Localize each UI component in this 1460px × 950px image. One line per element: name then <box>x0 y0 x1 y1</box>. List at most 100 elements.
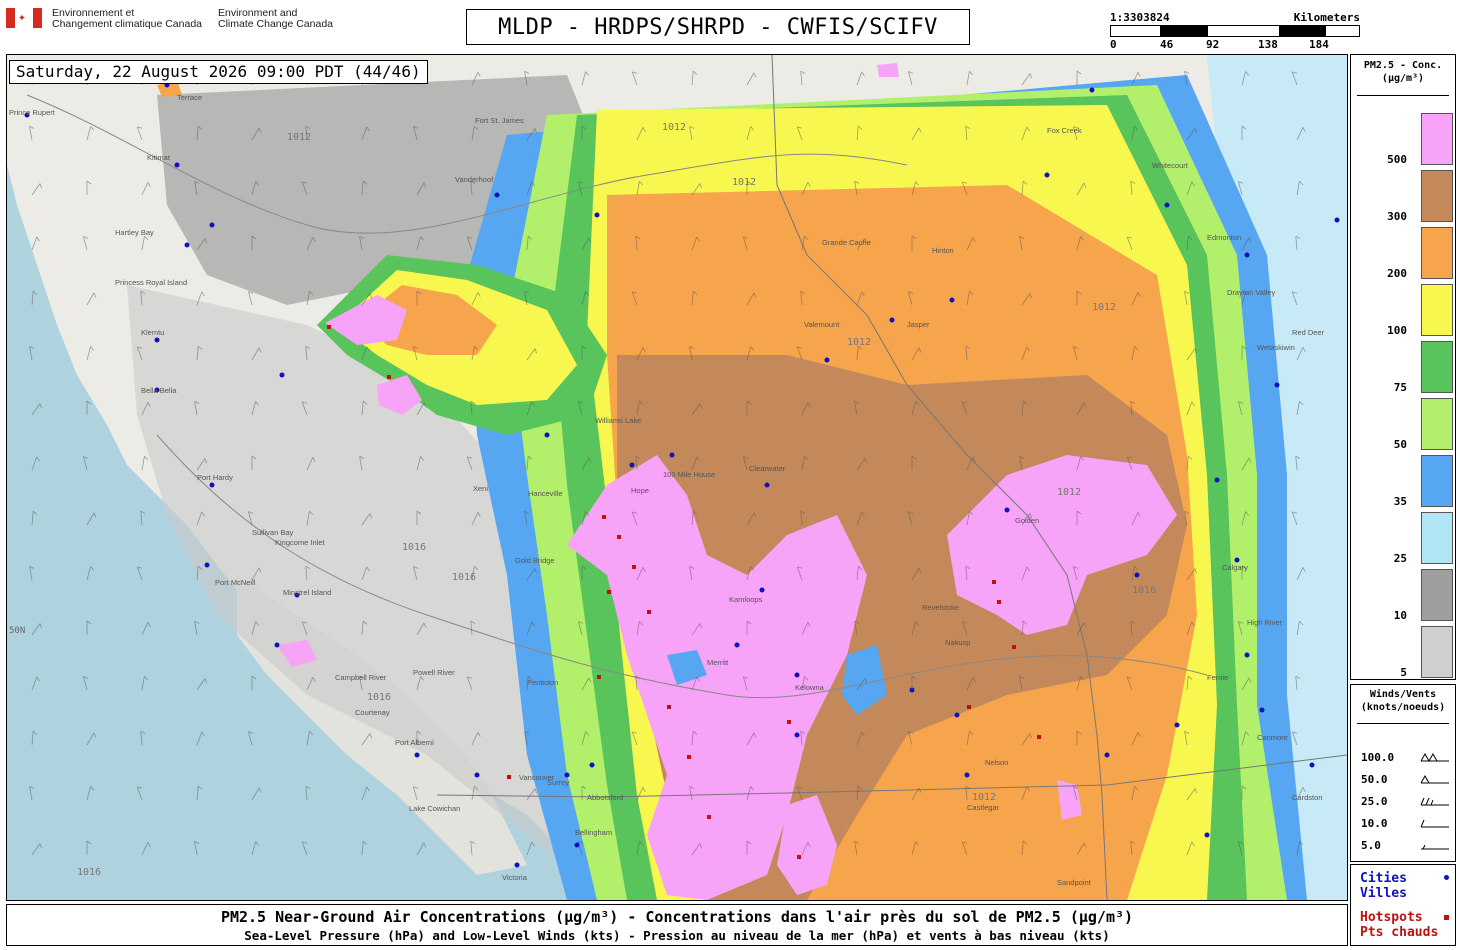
valid-time: Saturday, 22 August 2026 09:00 PDT (44/4… <box>9 60 428 84</box>
place-label: Hope <box>631 486 649 495</box>
wind-barb-icon <box>1421 844 1449 850</box>
isobar-label: 1012 <box>662 122 686 133</box>
place-label: Princess Royal Island <box>115 278 187 287</box>
place-label: Nelson <box>985 758 1008 767</box>
city-marker <box>794 732 800 738</box>
wind-speed-row: 25.0 <box>1361 795 1451 811</box>
hotspot-marker <box>507 775 511 779</box>
city-marker <box>514 862 520 868</box>
wind-speed-row: 50.0 <box>1361 773 1451 789</box>
city-marker <box>1309 762 1315 768</box>
city-marker <box>209 482 215 488</box>
legend-swatch <box>1421 113 1453 165</box>
city-marker <box>174 162 180 168</box>
place-label: Williams Lake <box>595 416 641 425</box>
place-label: Sandpoint <box>1057 878 1092 887</box>
hotspot-marker <box>387 375 391 379</box>
hotspot-marker <box>707 815 711 819</box>
place-label: Klemtu <box>141 328 164 337</box>
isobar-label: 1016 <box>367 692 391 703</box>
scale-tick-label: 92 <box>1206 38 1220 51</box>
city-marker <box>274 642 280 648</box>
isobar-label: 1016 <box>77 867 101 878</box>
place-label: Xeni <box>473 484 488 493</box>
city-marker <box>964 772 970 778</box>
hotspot-marker <box>647 610 651 614</box>
hotspot-marker <box>617 535 621 539</box>
place-label: Campbell River <box>335 673 387 682</box>
hotspot-marker <box>1012 645 1016 649</box>
place-label: Drayton Valley <box>1227 288 1275 297</box>
isobar-label: 1012 <box>287 132 311 143</box>
city-marker <box>1244 252 1250 258</box>
city-marker <box>1244 652 1250 658</box>
cities-label: Cities Villes <box>1360 871 1407 901</box>
place-label: Merritt <box>707 658 729 667</box>
place-label: Hanceville <box>528 489 563 498</box>
wind-barb-icon <box>1420 775 1449 784</box>
place-label: Bellingham <box>575 828 612 837</box>
isobar-label: 1012 <box>1057 487 1081 498</box>
place-label: High River <box>1247 618 1283 627</box>
legend-swatch <box>1421 170 1453 222</box>
legend-swatch <box>1421 626 1453 678</box>
wind-speed-row: 10.0 <box>1361 817 1451 833</box>
scale-tick-label: 0 <box>1110 38 1117 51</box>
city-marker <box>1174 722 1180 728</box>
wind-speed-row: 100.0 <box>1361 751 1451 767</box>
wind-speed-label: 10.0 <box>1361 817 1388 830</box>
caption-line1: PM2.5 Near-Ground Air Concentrations (µg… <box>220 908 1134 926</box>
place-label: Courtenay <box>355 708 390 717</box>
isobar-label: 1016 <box>1132 585 1156 596</box>
place-label: Kitimat <box>147 153 171 162</box>
canada-flag-icon: ✦ <box>6 8 42 28</box>
city-marker <box>209 222 215 228</box>
city-marker <box>1089 87 1095 93</box>
product-title: MLDP - HRDPS/SHRPD - CWFIS/SCIFV <box>466 9 970 45</box>
legend-swatch <box>1421 284 1453 336</box>
legend-class-label: 200 <box>1387 267 1407 280</box>
legend-class-label: 10 <box>1393 609 1407 622</box>
wind-barb-icon <box>1420 819 1449 828</box>
scale-unit: Kilometers <box>1293 11 1360 24</box>
legend-class-label: 35 <box>1393 495 1407 508</box>
legend-swatch <box>1421 512 1453 564</box>
wind-speed-row: 5.0 <box>1361 839 1451 855</box>
hotspot-marker <box>597 675 601 679</box>
place-label: Whitecourt <box>1152 161 1189 170</box>
legend-class-label: 25 <box>1393 552 1407 565</box>
city-marker <box>544 432 550 438</box>
hotspot-marker <box>992 580 996 584</box>
place-label: 100 Mile House <box>663 470 715 479</box>
place-label: Surrey <box>547 778 569 787</box>
city-marker <box>954 712 960 718</box>
legend-swatch <box>1421 398 1453 450</box>
hotspot-marker <box>667 705 671 709</box>
map-canvas[interactable]: Terrace Prince Rupert Kitimat Hartley Bay Pr… <box>6 54 1348 901</box>
place-label: Edmonton <box>1207 233 1241 242</box>
city-marker <box>204 562 210 568</box>
map-caption: PM2.5 Near-Ground Air Concentrations (µg… <box>6 904 1348 946</box>
hotspot-marker <box>607 590 611 594</box>
legend-swatch <box>1421 569 1453 621</box>
legend-class-label: 75 <box>1393 381 1407 394</box>
scale-tick-label: 46 <box>1160 38 1174 51</box>
city-marker <box>1204 832 1210 838</box>
city-marker <box>1134 572 1140 578</box>
concentration-map: Terrace Prince Rupert Kitimat Hartley Bay Pr… <box>7 55 1347 900</box>
place-label: Valemount <box>804 320 840 329</box>
scale-bar: 1:3303824 Kilometers 0 46 92 138 184 <box>1110 11 1360 51</box>
place-label: Gold Bridge <box>515 556 555 565</box>
hotspot-marker <box>1037 735 1041 739</box>
city-dot-icon <box>1444 875 1449 880</box>
legend-class-label: 50 <box>1393 438 1407 451</box>
place-label: Fernie <box>1207 673 1228 682</box>
city-marker <box>1044 172 1050 178</box>
city-marker <box>474 772 480 778</box>
concentration-legend: PM2.5 - Conc. (µg/m³) 500 300 200 100 75 50 35 2… <box>1350 54 1456 680</box>
place-label: Powell River <box>413 668 455 677</box>
place-label: Clearwater <box>749 464 786 473</box>
city-marker <box>794 672 800 678</box>
place-label: Nakusp <box>945 638 970 647</box>
place-label: Castlegar <box>967 803 1000 812</box>
